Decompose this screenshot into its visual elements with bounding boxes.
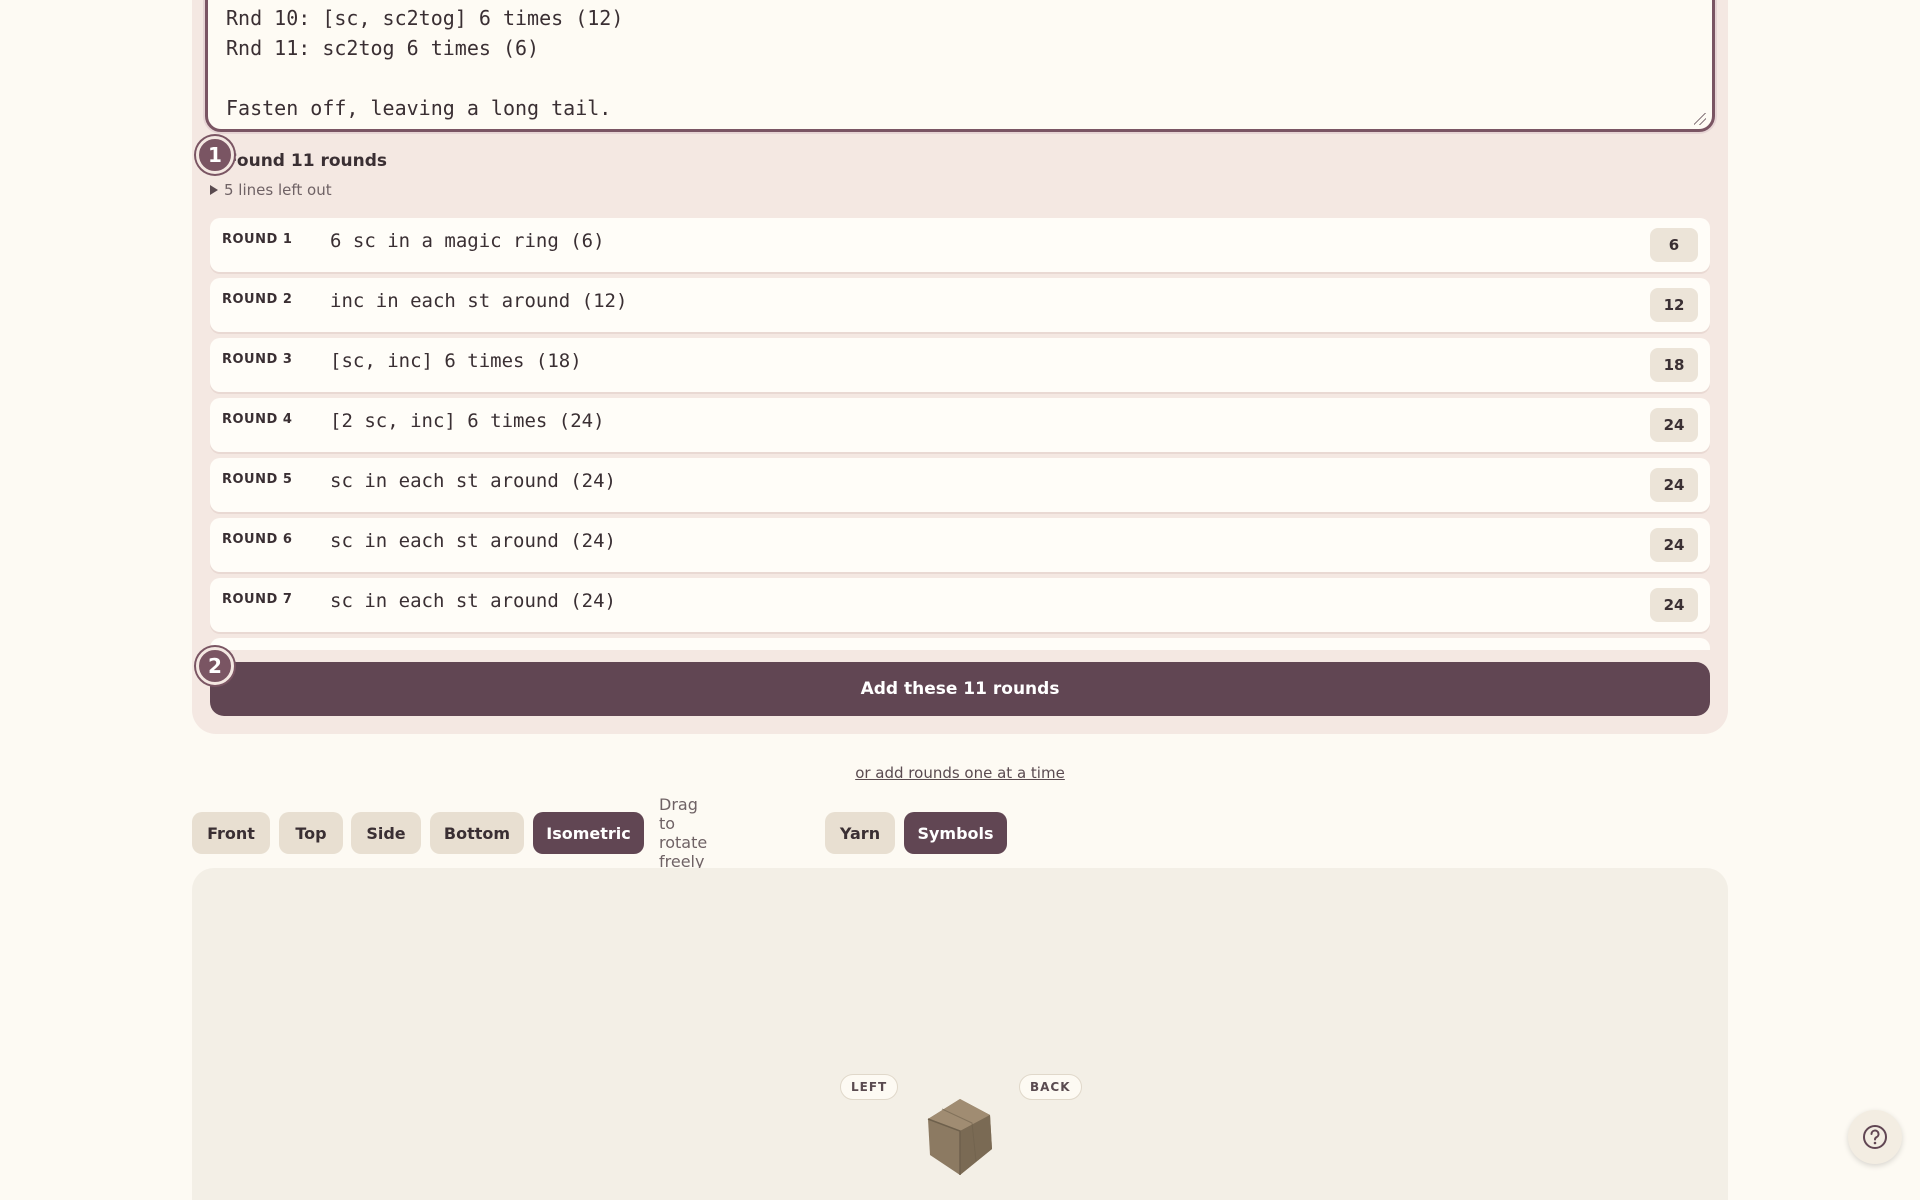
add-rounds-button[interactable]: Add these 11 rounds: [210, 662, 1710, 716]
round-row: ROUND 4 [2 sc, inc] 6 times (24) 24: [210, 398, 1710, 452]
triangle-right-icon: [210, 185, 218, 195]
step-badge-1: 1: [196, 136, 234, 174]
parsed-rounds-list[interactable]: ROUND 1 6 sc in a magic ring (6) 6 ROUND…: [210, 218, 1710, 650]
amigurumi-model[interactable]: [922, 1097, 998, 1177]
pattern-line: Rnd 10: [sc, sc2tog] 6 times (12): [226, 6, 624, 30]
step-badge-2: 2: [196, 647, 234, 685]
stitch-count-badge: 18: [1650, 348, 1698, 382]
round-label: ROUND 3: [222, 352, 293, 367]
round-instruction: inc in each st around (12): [330, 290, 628, 312]
add-one-at-a-time-link[interactable]: or add rounds one at a time: [0, 764, 1920, 782]
pattern-line: [226, 63, 1712, 93]
round-label: ROUND 6: [222, 532, 293, 547]
round-label: ROUND 1: [222, 232, 293, 247]
lines-left-out-toggle[interactable]: 5 lines left out: [210, 181, 332, 199]
axis-tag-left: LEFT: [840, 1074, 899, 1100]
round-row: ROUND 2 inc in each st around (12) 12: [210, 278, 1710, 332]
stitch-count-badge: 24: [1650, 468, 1698, 502]
pattern-textarea[interactable]: Rnd 10: [sc, sc2tog] 6 times (12) Rnd 11…: [205, 0, 1715, 132]
round-instruction: sc in each st around (24): [330, 590, 616, 612]
found-rounds-title: Found 11 rounds: [226, 151, 388, 171]
round-instruction: [sc, inc] 6 times (18): [330, 350, 582, 372]
view-isometric-button[interactable]: Isometric: [533, 812, 644, 854]
view-top-button[interactable]: Top: [279, 812, 343, 854]
round-instruction: [2 sc, inc] 6 times (24): [330, 410, 605, 432]
yarn-toggle-button[interactable]: Yarn: [825, 812, 895, 854]
pattern-line: Rnd 11: sc2tog 6 times (6): [226, 36, 540, 60]
round-instruction: 6 sc in a magic ring (6): [330, 230, 605, 252]
help-button[interactable]: [1848, 1110, 1902, 1164]
round-label: ROUND 7: [222, 592, 293, 607]
round-instruction: sc in each st around (24): [330, 530, 616, 552]
resize-grip-icon[interactable]: [1694, 113, 1706, 125]
stitch-count-badge: 6: [1650, 228, 1698, 262]
round-label: ROUND 5: [222, 472, 293, 487]
view-front-button[interactable]: Front: [192, 812, 270, 854]
round-label: ROUND 2: [222, 292, 293, 307]
help-circle-icon: [1863, 1125, 1887, 1149]
lines-left-out-label: 5 lines left out: [224, 181, 332, 199]
view-bottom-button[interactable]: Bottom: [430, 812, 524, 854]
round-row: ROUND 5 sc in each st around (24) 24: [210, 458, 1710, 512]
round-instruction: sc in each st around (24): [330, 470, 616, 492]
pattern-line: Fasten off, leaving a long tail.: [226, 96, 612, 120]
round-row: ROUND 6 sc in each st around (24) 24: [210, 518, 1710, 572]
round-label: ROUND 4: [222, 412, 293, 427]
view-side-button[interactable]: Side: [351, 812, 421, 854]
axis-tag-back: BACK: [1019, 1074, 1082, 1100]
symbols-toggle-button[interactable]: Symbols: [904, 812, 1007, 854]
rotate-hint: Drag to rotate freely: [659, 795, 708, 871]
round-row: ROUND 1 6 sc in a magic ring (6) 6: [210, 218, 1710, 272]
stitch-count-badge: 24: [1650, 408, 1698, 442]
round-row: ROUND 7 sc in each st around (24) 24: [210, 578, 1710, 632]
stitch-count-badge: 12: [1650, 288, 1698, 322]
stitch-count-badge: 24: [1650, 588, 1698, 622]
round-row: ROUND 3 [sc, inc] 6 times (18) 18: [210, 338, 1710, 392]
round-row-partial: [210, 638, 1710, 650]
stitch-count-badge: 24: [1650, 528, 1698, 562]
